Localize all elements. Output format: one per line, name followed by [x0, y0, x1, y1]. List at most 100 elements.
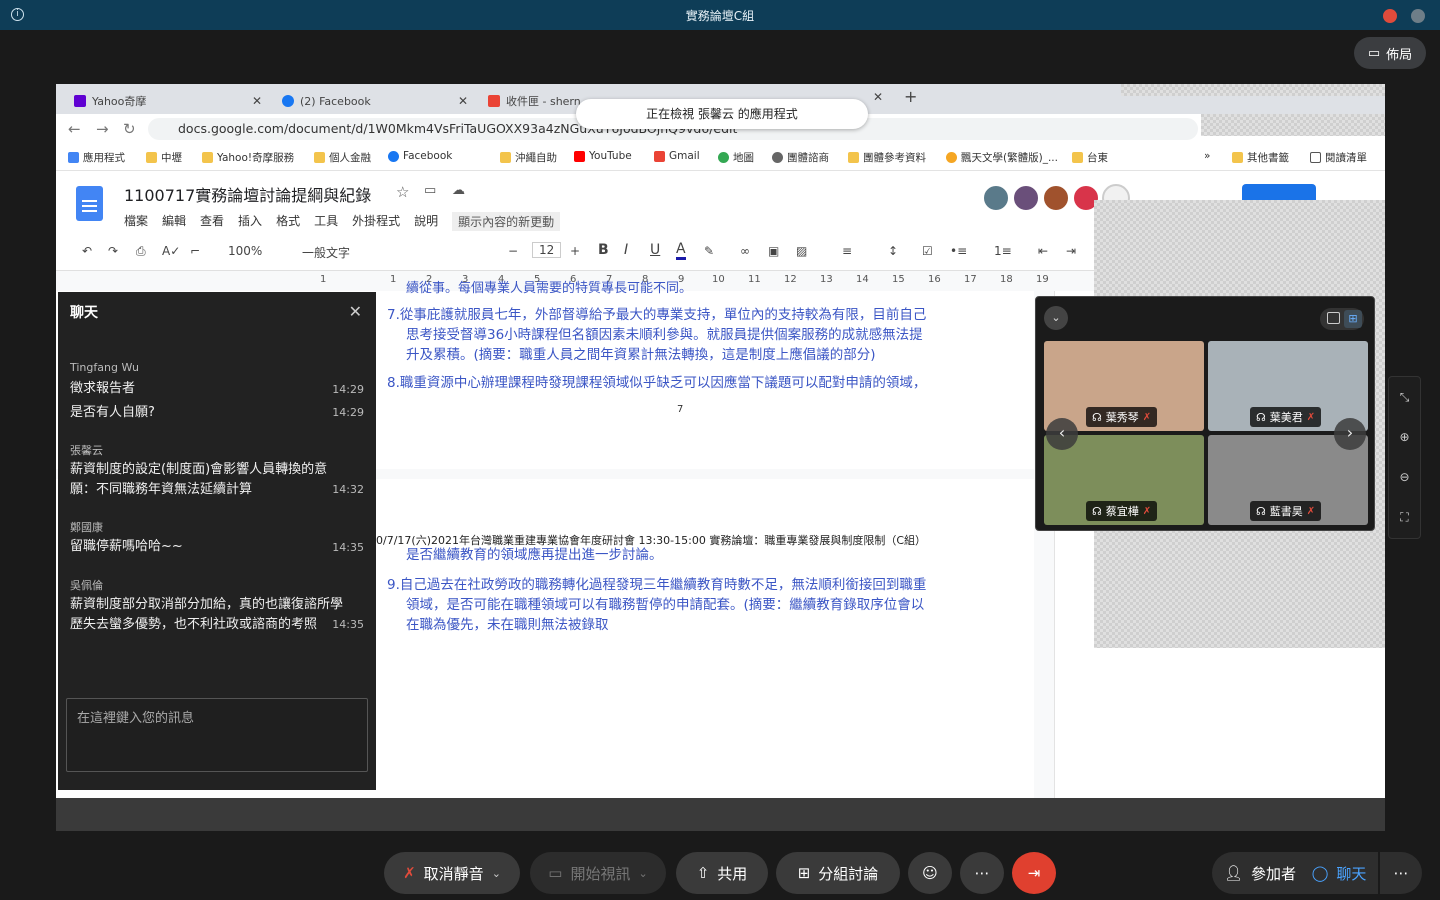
chat-button[interactable]: ◯ 聊天 — [1300, 852, 1378, 894]
back-icon[interactable]: ← — [68, 120, 81, 138]
close-icon[interactable]: ✕ — [349, 302, 362, 321]
unmute-button[interactable]: ✗ 取消靜音 ⌄ — [384, 852, 520, 894]
chevron-left-icon[interactable]: ‹ — [1046, 418, 1078, 450]
print-icon[interactable]: ⎙ — [136, 244, 146, 259]
bookmark-item[interactable]: 個人金融 — [314, 150, 371, 165]
headset-icon: ☊ — [1092, 410, 1102, 424]
bookmark-item[interactable]: Facebook — [388, 150, 452, 162]
folder-move-icon[interactable]: ▭ — [424, 183, 436, 198]
headset-icon: ☊ — [1256, 410, 1266, 424]
text-color-button[interactable]: A — [676, 241, 686, 260]
zoom-in-icon[interactable]: ⊕ — [1389, 417, 1420, 457]
settings-icon[interactable] — [1411, 9, 1425, 23]
bookmark-item[interactable]: 沖繩自助 — [500, 150, 557, 165]
bold-button[interactable]: B — [598, 242, 609, 258]
numbered-list-icon[interactable]: 1≡ — [994, 244, 1012, 258]
leave-button[interactable]: ⇥ — [1012, 852, 1056, 894]
menu-addons[interactable]: 外掛程式 — [352, 212, 400, 231]
share-button[interactable]: ⇧ 共用 — [676, 852, 768, 894]
comment-icon[interactable]: ▣ — [768, 244, 779, 258]
fit-screen-icon[interactable]: ⛶ — [1389, 497, 1420, 537]
avatar[interactable] — [982, 184, 1010, 212]
bookmark-item[interactable]: 地圖 — [718, 150, 754, 165]
reading-list[interactable]: 閱讀清單 — [1310, 150, 1367, 165]
bookmark-item[interactable]: 台東 — [1072, 150, 1108, 165]
bookmark-item[interactable]: YouTube — [574, 150, 632, 162]
layout-button[interactable]: ▭ 佈局 — [1354, 37, 1426, 69]
align-icon[interactable]: ≡ — [842, 244, 852, 258]
ruler-mark: 18 — [1000, 274, 1013, 285]
italic-button[interactable]: I — [624, 242, 628, 258]
bookmark-item[interactable]: 中壢 — [146, 150, 182, 165]
exit-fullscreen-icon[interactable]: ⤡ — [1389, 377, 1420, 417]
image-icon[interactable]: ▨ — [796, 244, 807, 258]
bookmark-overflow[interactable]: » — [1204, 150, 1210, 162]
bookmark-item[interactable]: 團體諮商 — [772, 150, 829, 165]
google-docs-icon[interactable] — [76, 186, 103, 221]
bookmark-item[interactable]: 飄天文學(繁體版)_... — [946, 150, 1058, 165]
bullet-list-icon[interactable]: •≡ — [950, 244, 967, 258]
link-icon[interactable]: ∞ — [740, 244, 750, 258]
menu-help[interactable]: 說明 — [414, 212, 438, 231]
menu-format[interactable]: 格式 — [276, 212, 300, 231]
chat-input[interactable]: 在這裡鍵入您的訊息 — [66, 698, 368, 772]
font-size-input[interactable]: 12 — [532, 242, 562, 258]
new-tab-icon[interactable]: + — [904, 87, 917, 106]
indent-increase-icon[interactable]: ⇥ — [1066, 244, 1076, 258]
bookmark-item[interactable]: 團體參考資料 — [848, 150, 926, 165]
speaker-view-icon[interactable] — [1327, 312, 1340, 324]
gallery-view-icon[interactable]: ⊞ — [1344, 310, 1362, 328]
indent-decrease-icon[interactable]: ⇤ — [1038, 244, 1048, 258]
bookmark-item[interactable]: Gmail — [654, 150, 700, 162]
bookmark-item[interactable]: Yahoo!奇摩服務 — [202, 150, 294, 165]
bookmark-apps[interactable]: 應用程式 — [68, 150, 125, 165]
close-tab-icon[interactable]: ✕ — [873, 90, 883, 104]
bookmark-other[interactable]: 其他書籤 — [1232, 150, 1289, 165]
participant-tile[interactable]: ☊ 葉秀琴 ✗ — [1044, 341, 1204, 431]
redo-icon[interactable]: ↷ — [108, 244, 118, 258]
line-spacing-icon[interactable]: ↕ — [888, 244, 898, 258]
participant-tile[interactable]: ☊ 葉美君 ✗ — [1208, 341, 1368, 431]
more-options-button[interactable]: ⋯ — [1380, 852, 1422, 894]
menu-tools[interactable]: 工具 — [314, 212, 338, 231]
zoom-out-icon[interactable]: ⊖ — [1389, 457, 1420, 497]
font-size-decrease-icon[interactable]: − — [508, 244, 518, 258]
paint-format-icon[interactable]: ⌐ — [190, 244, 200, 258]
browser-tab-yahoo[interactable]: Yahoo奇摩 ✕ — [74, 88, 262, 114]
browser-tab-facebook[interactable]: (2) Facebook ✕ — [282, 88, 468, 114]
style-select[interactable]: 一般文字 — [302, 244, 350, 261]
folder-icon — [1072, 152, 1083, 163]
spellcheck-icon[interactable]: A✓ — [162, 244, 180, 258]
avatar[interactable] — [1012, 184, 1040, 212]
chevron-down-icon[interactable]: ⌄ — [1044, 306, 1068, 330]
breakout-rooms-button[interactable]: ⊞ 分組討論 — [776, 852, 900, 894]
checklist-icon[interactable]: ☑ — [922, 244, 933, 258]
reload-icon[interactable]: ↻ — [123, 120, 136, 138]
chevron-down-icon[interactable]: ⌄ — [492, 867, 501, 880]
doc-title[interactable]: 1100717實務論壇討論提綱與紀錄 — [124, 182, 371, 206]
menu-file[interactable]: 檔案 — [124, 212, 148, 231]
chevron-right-icon[interactable]: › — [1334, 418, 1366, 450]
zoom-select[interactable]: 100% — [228, 244, 262, 258]
update-notice[interactable]: 顯示內容的新更動 — [452, 212, 561, 231]
bookmarks-bar: 應用程式 中壢 Yahoo!奇摩服務 個人金融 Facebook 沖繩自助 Yo… — [56, 144, 1385, 171]
more-button[interactable]: ⋯ — [960, 852, 1004, 894]
reactions-button[interactable]: ☺ — [908, 852, 952, 894]
underline-button[interactable]: U — [650, 242, 660, 258]
start-video-button[interactable]: ▭ 開始視訊 ⌄ — [530, 852, 666, 894]
avatar[interactable] — [1042, 184, 1070, 212]
masked-region — [1121, 84, 1385, 96]
chevron-down-icon[interactable]: ⌄ — [638, 867, 647, 880]
highlight-icon[interactable]: ✎ — [704, 244, 714, 258]
font-size-increase-icon[interactable]: + — [570, 244, 580, 258]
star-icon[interactable]: ☆ — [396, 183, 409, 201]
menu-view[interactable]: 查看 — [200, 212, 224, 231]
menu-edit[interactable]: 編輯 — [162, 212, 186, 231]
close-tab-icon[interactable]: ✕ — [252, 94, 262, 108]
view-switch[interactable]: ⊞ — [1320, 308, 1364, 330]
record-icon[interactable] — [1383, 9, 1397, 23]
forward-icon[interactable]: → — [96, 120, 109, 138]
menu-insert[interactable]: 插入 — [238, 212, 262, 231]
undo-icon[interactable]: ↶ — [82, 244, 92, 258]
close-tab-icon[interactable]: ✕ — [458, 94, 468, 108]
